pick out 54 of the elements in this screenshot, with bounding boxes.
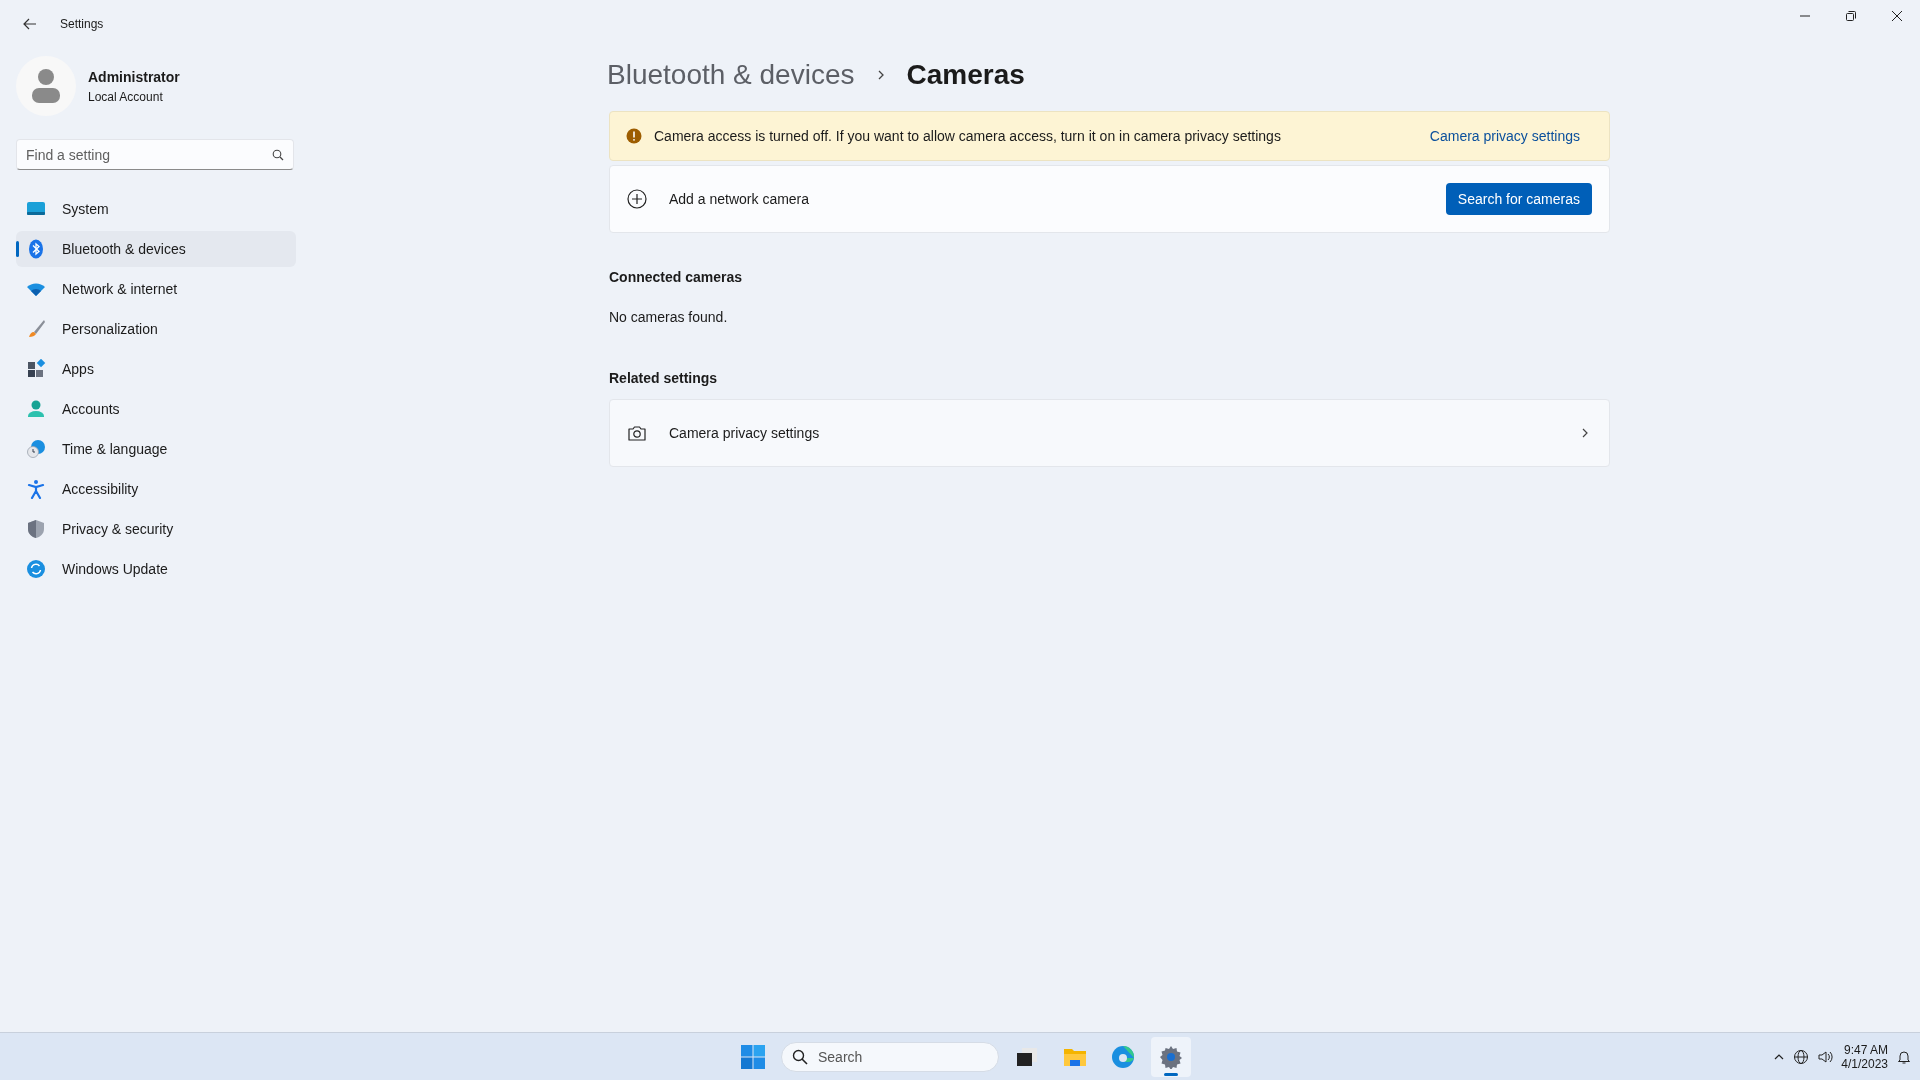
active-indicator <box>1164 1072 1178 1076</box>
close-icon <box>1892 11 1902 21</box>
settings-icon <box>1159 1044 1183 1069</box>
person-icon <box>26 399 46 419</box>
settings-link-row[interactable]: Camera privacy settings <box>609 399 1610 467</box>
nav-item[interactable]: Network & internet <box>16 271 296 307</box>
back-arrow-icon <box>22 16 38 32</box>
brush-icon <box>26 319 46 339</box>
settings-app-button[interactable] <box>1151 1036 1191 1077</box>
nav-item[interactable]: Apps <box>16 351 296 387</box>
browser-icon <box>1111 1044 1135 1069</box>
nav-item[interactable]: Windows Update <box>16 551 296 587</box>
bluetooth-icon <box>26 239 46 259</box>
search-cameras-button[interactable]: Search for cameras <box>1445 183 1592 215</box>
search-icon <box>792 1048 808 1065</box>
speaker-icon[interactable] <box>1817 1048 1834 1065</box>
globe-clock-icon <box>26 439 46 459</box>
camera-icon <box>627 423 647 443</box>
refresh-icon <box>26 559 46 579</box>
add-camera-label: Add a network camera <box>669 189 811 209</box>
minimize-icon <box>1800 15 1810 17</box>
account-type: Local Account <box>88 88 164 106</box>
selection-indicator <box>16 241 19 257</box>
settings-search-field[interactable]: Find a setting <box>16 139 294 170</box>
user-name: Administrator <box>88 67 180 87</box>
section-heading: Connected cameras <box>609 268 744 287</box>
privacy-settings-link[interactable]: Camera privacy settings <box>1429 125 1580 147</box>
window-title: Settings <box>60 16 104 33</box>
person-silhouette-icon <box>31 68 61 104</box>
breadcrumb-parent[interactable]: Bluetooth & devices <box>607 54 855 96</box>
section-heading: Related settings <box>609 369 719 388</box>
bell-icon[interactable] <box>1896 1048 1912 1065</box>
globe-icon[interactable] <box>1793 1048 1810 1065</box>
nav-item[interactable]: Bluetooth & devices <box>16 231 296 267</box>
restore-icon <box>1846 11 1856 21</box>
page-title: Cameras <box>906 58 1025 92</box>
nav-item[interactable]: Personalization <box>16 311 296 347</box>
banner-message: Camera access is turned off. If you want to allow camera access, turn it on in camera privacy settings <box>654 126 1282 146</box>
add-circle-icon <box>627 189 647 209</box>
apps-icon <box>26 359 46 379</box>
clock-date[interactable]: 4/1/2023 <box>1841 1056 1888 1071</box>
nav-item[interactable]: Privacy & security <box>16 511 296 547</box>
empty-message: No cameras found. <box>609 308 729 327</box>
warning-icon <box>626 128 642 144</box>
shield-icon <box>26 519 46 539</box>
clock-time[interactable]: 9:47 AM <box>1843 1042 1888 1057</box>
search-icon <box>272 149 284 161</box>
nav-item[interactable]: System <box>16 191 296 227</box>
taskbar-search-field[interactable]: Search <box>781 1041 999 1072</box>
nav-item[interactable]: Accessibility <box>16 471 296 507</box>
nav-item[interactable]: Time & language <box>16 431 296 467</box>
accessibility-icon <box>26 479 46 499</box>
nav-item[interactable]: Accounts <box>16 391 296 427</box>
windows-logo-icon <box>741 1044 765 1069</box>
